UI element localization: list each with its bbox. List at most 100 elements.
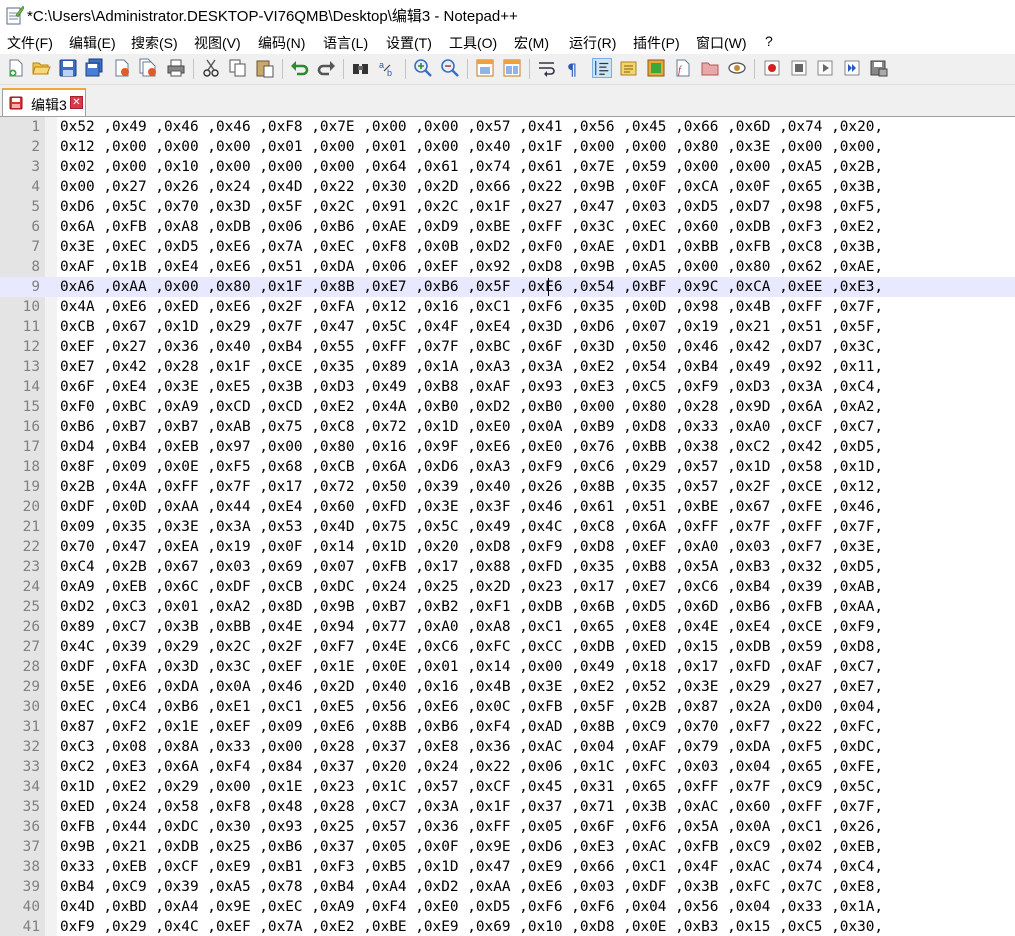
code-line[interactable]: 5 0xD6 ,0x5C ,0x70 ,0x3D ,0x5F ,0x2C ,0x9… bbox=[0, 197, 1015, 217]
code-line[interactable]: 29 0x5E ,0xE6 ,0xDA ,0x0A ,0x46 ,0x2D ,0x… bbox=[0, 677, 1015, 697]
toolbar: ab ¶ f bbox=[0, 54, 1015, 85]
close-all-icon[interactable] bbox=[138, 58, 158, 78]
show-all-chars-icon[interactable]: ¶ bbox=[563, 58, 583, 78]
tab-editor3[interactable]: 编辑3 ✕ bbox=[2, 88, 86, 116]
editor-area[interactable]: 1 0x52 ,0x49 ,0x46 ,0x46 ,0xF8 ,0x7E ,0x0… bbox=[0, 117, 1015, 936]
code-line[interactable]: 9 0xA6 ,0xAA ,0x00 ,0x80 ,0x1F ,0x8B ,0xE… bbox=[0, 277, 1015, 297]
code-line[interactable]: 40 0x4D ,0xBD ,0xA4 ,0x9E ,0xEC ,0xA9 ,0x… bbox=[0, 897, 1015, 917]
menu-bar: 文件(F) 编辑(E) 搜索(S) 视图(V) 编码(N) 语言(L) 设置(T… bbox=[0, 30, 1015, 54]
save-icon[interactable] bbox=[58, 58, 78, 78]
tab-close-icon[interactable]: ✕ bbox=[70, 96, 83, 109]
function-list-icon[interactable] bbox=[646, 58, 666, 78]
menu-macro[interactable]: 宏(M) bbox=[514, 33, 549, 53]
menu-language[interactable]: 语言(L) bbox=[323, 33, 368, 53]
code-line[interactable]: 3 0x02 ,0x00 ,0x10 ,0x00 ,0x00 ,0x00 ,0x6… bbox=[0, 157, 1015, 177]
code-line[interactable]: 4 0x00 ,0x27 ,0x26 ,0x24 ,0x4D ,0x22 ,0x3… bbox=[0, 177, 1015, 197]
code-line[interactable]: 37 0x9B ,0x21 ,0xDB ,0x25 ,0xB6 ,0x37 ,0x… bbox=[0, 837, 1015, 857]
menu-edit[interactable]: 编辑(E) bbox=[69, 33, 116, 53]
code-line[interactable]: 25 0xD2 ,0xC3 ,0x01 ,0xA2 ,0x8D ,0x9B ,0x… bbox=[0, 597, 1015, 617]
sync-vertical-icon[interactable] bbox=[475, 58, 495, 78]
replace-icon[interactable]: ab bbox=[378, 58, 398, 78]
user-lang-icon[interactable]: f bbox=[673, 58, 693, 78]
doc-map-icon[interactable] bbox=[619, 58, 639, 78]
code-line[interactable]: 41 0xF9 ,0x29 ,0x4C ,0xEF ,0x7A ,0xE2 ,0x… bbox=[0, 917, 1015, 936]
print-icon[interactable] bbox=[166, 58, 186, 78]
undo-icon[interactable] bbox=[290, 58, 310, 78]
menu-help[interactable]: ? bbox=[765, 33, 773, 49]
zoom-out-icon[interactable] bbox=[440, 58, 460, 78]
sync-horizontal-icon[interactable] bbox=[502, 58, 522, 78]
line-number: 36 bbox=[22, 819, 40, 835]
save-all-icon[interactable] bbox=[84, 58, 104, 78]
code-line[interactable]: 39 0xB4 ,0xC9 ,0x39 ,0xA5 ,0x78 ,0xB4 ,0x… bbox=[0, 877, 1015, 897]
code-line[interactable]: 6 0x6A ,0xFB ,0xA8 ,0xDB ,0x06 ,0xB6 ,0xA… bbox=[0, 217, 1015, 237]
menu-file[interactable]: 文件(F) bbox=[7, 33, 53, 53]
copy-icon[interactable] bbox=[228, 58, 248, 78]
code-line[interactable]: 22 0x70 ,0x47 ,0xEA ,0x19 ,0x0F ,0x14 ,0x… bbox=[0, 537, 1015, 557]
code-line[interactable]: 34 0x1D ,0xE2 ,0x29 ,0x00 ,0x1E ,0x23 ,0x… bbox=[0, 777, 1015, 797]
menu-tools[interactable]: 工具(O) bbox=[449, 33, 497, 53]
code-line[interactable]: 13 0xE7 ,0x42 ,0x28 ,0x1F ,0xCE ,0x35 ,0x… bbox=[0, 357, 1015, 377]
run-macro-multiple-icon[interactable] bbox=[842, 58, 862, 78]
line-number: 15 bbox=[22, 399, 40, 415]
menu-view[interactable]: 视图(V) bbox=[194, 33, 241, 53]
code-line[interactable]: 26 0x89 ,0xC7 ,0x3B ,0xBB ,0x4E ,0x94 ,0x… bbox=[0, 617, 1015, 637]
line-number: 20 bbox=[22, 499, 40, 515]
record-macro-icon[interactable] bbox=[762, 58, 782, 78]
code-line[interactable]: 33 0xC2 ,0xE3 ,0x6A ,0xF4 ,0x84 ,0x37 ,0x… bbox=[0, 757, 1015, 777]
line-text: 0x1D ,0xE2 ,0x29 ,0x00 ,0x1E ,0x23 ,0x1C… bbox=[60, 779, 884, 795]
code-line[interactable]: 14 0x6F ,0xE4 ,0x3E ,0xE5 ,0x3B ,0xD3 ,0x… bbox=[0, 377, 1015, 397]
code-line[interactable]: 15 0xF0 ,0xBC ,0xA9 ,0xCD ,0xCD ,0xE2 ,0x… bbox=[0, 397, 1015, 417]
code-line[interactable]: 18 0x8F ,0x09 ,0x0E ,0xF5 ,0x68 ,0xCB ,0x… bbox=[0, 457, 1015, 477]
menu-encoding[interactable]: 编码(N) bbox=[258, 33, 305, 53]
code-line[interactable]: 20 0xDF ,0x0D ,0xAA ,0x44 ,0xE4 ,0x60 ,0x… bbox=[0, 497, 1015, 517]
play-macro-icon[interactable] bbox=[815, 58, 835, 78]
folder-workspace-icon[interactable] bbox=[700, 58, 720, 78]
svg-text:a: a bbox=[379, 60, 384, 70]
open-file-icon[interactable] bbox=[31, 58, 51, 78]
stop-macro-icon[interactable] bbox=[789, 58, 809, 78]
indent-guide-icon[interactable] bbox=[592, 58, 612, 78]
save-macro-icon[interactable] bbox=[869, 58, 889, 78]
menu-window[interactable]: 窗口(W) bbox=[696, 33, 747, 53]
zoom-in-icon[interactable] bbox=[413, 58, 433, 78]
line-text: 0x2B ,0x4A ,0xFF ,0x7F ,0x17 ,0x72 ,0x50… bbox=[60, 479, 884, 495]
code-line[interactable]: 8 0xAF ,0x1B ,0xE4 ,0xE6 ,0x51 ,0xDA ,0x0… bbox=[0, 257, 1015, 277]
code-line[interactable]: 30 0xEC ,0xC4 ,0xB6 ,0xE1 ,0xC1 ,0xE5 ,0x… bbox=[0, 697, 1015, 717]
menu-plugins[interactable]: 插件(P) bbox=[633, 33, 680, 53]
code-line[interactable]: 7 0x3E ,0xEC ,0xD5 ,0xE6 ,0x7A ,0xEC ,0xF… bbox=[0, 237, 1015, 257]
menu-search[interactable]: 搜索(S) bbox=[131, 33, 178, 53]
code-line[interactable]: 11 0xCB ,0x67 ,0x1D ,0x29 ,0x7F ,0x47 ,0x… bbox=[0, 317, 1015, 337]
monitor-icon[interactable] bbox=[727, 58, 747, 78]
paste-icon[interactable] bbox=[255, 58, 275, 78]
code-line[interactable]: 31 0x87 ,0xF2 ,0x1E ,0xEF ,0x09 ,0xE6 ,0x… bbox=[0, 717, 1015, 737]
code-line[interactable]: 1 0x52 ,0x49 ,0x46 ,0x46 ,0xF8 ,0x7E ,0x0… bbox=[0, 117, 1015, 137]
code-line[interactable]: 36 0xFB ,0x44 ,0xDC ,0x30 ,0x93 ,0x25 ,0x… bbox=[0, 817, 1015, 837]
code-line[interactable]: 23 0xC4 ,0x2B ,0x67 ,0x03 ,0x69 ,0x07 ,0x… bbox=[0, 557, 1015, 577]
redo-icon[interactable] bbox=[316, 58, 336, 78]
find-icon[interactable] bbox=[351, 58, 371, 78]
code-line[interactable]: 12 0xEF ,0x27 ,0x36 ,0x40 ,0xB4 ,0x55 ,0x… bbox=[0, 337, 1015, 357]
line-number: 41 bbox=[22, 919, 40, 935]
code-line[interactable]: 2 0x12 ,0x00 ,0x00 ,0x00 ,0x01 ,0x00 ,0x0… bbox=[0, 137, 1015, 157]
code-line[interactable]: 19 0x2B ,0x4A ,0xFF ,0x7F ,0x17 ,0x72 ,0x… bbox=[0, 477, 1015, 497]
code-line[interactable]: 27 0x4C ,0x39 ,0x29 ,0x2C ,0x2F ,0xF7 ,0x… bbox=[0, 637, 1015, 657]
line-number: 17 bbox=[22, 439, 40, 455]
line-text: 0x12 ,0x00 ,0x00 ,0x00 ,0x01 ,0x00 ,0x01… bbox=[60, 139, 884, 155]
code-line[interactable]: 28 0xDF ,0xFA ,0x3D ,0x3C ,0xEF ,0x1E ,0x… bbox=[0, 657, 1015, 677]
line-number: 8 bbox=[31, 259, 40, 275]
code-line[interactable]: 21 0x09 ,0x35 ,0x3E ,0x3A ,0x53 ,0x4D ,0x… bbox=[0, 517, 1015, 537]
menu-settings[interactable]: 设置(T) bbox=[386, 33, 432, 53]
code-line[interactable]: 10 0x4A ,0xE6 ,0xED ,0xE6 ,0x2F ,0xFA ,0x… bbox=[0, 297, 1015, 317]
code-line[interactable]: 24 0xA9 ,0xEB ,0x6C ,0xDF ,0xCB ,0xDC ,0x… bbox=[0, 577, 1015, 597]
new-file-icon[interactable] bbox=[6, 58, 26, 78]
word-wrap-icon[interactable] bbox=[537, 58, 557, 78]
code-line[interactable]: 32 0xC3 ,0x08 ,0x8A ,0x33 ,0x00 ,0x28 ,0x… bbox=[0, 737, 1015, 757]
code-line[interactable]: 35 0xED ,0x24 ,0x58 ,0xF8 ,0x48 ,0x28 ,0x… bbox=[0, 797, 1015, 817]
close-icon[interactable] bbox=[112, 58, 132, 78]
cut-icon[interactable] bbox=[201, 58, 221, 78]
menu-run[interactable]: 运行(R) bbox=[569, 33, 616, 53]
code-line[interactable]: 17 0xD4 ,0xB4 ,0xEB ,0x97 ,0x00 ,0x80 ,0x… bbox=[0, 437, 1015, 457]
code-line[interactable]: 38 0x33 ,0xEB ,0xCF ,0xE9 ,0xB1 ,0xF3 ,0x… bbox=[0, 857, 1015, 877]
code-line[interactable]: 16 0xB6 ,0xB7 ,0xB7 ,0xAB ,0x75 ,0xC8 ,0x… bbox=[0, 417, 1015, 437]
